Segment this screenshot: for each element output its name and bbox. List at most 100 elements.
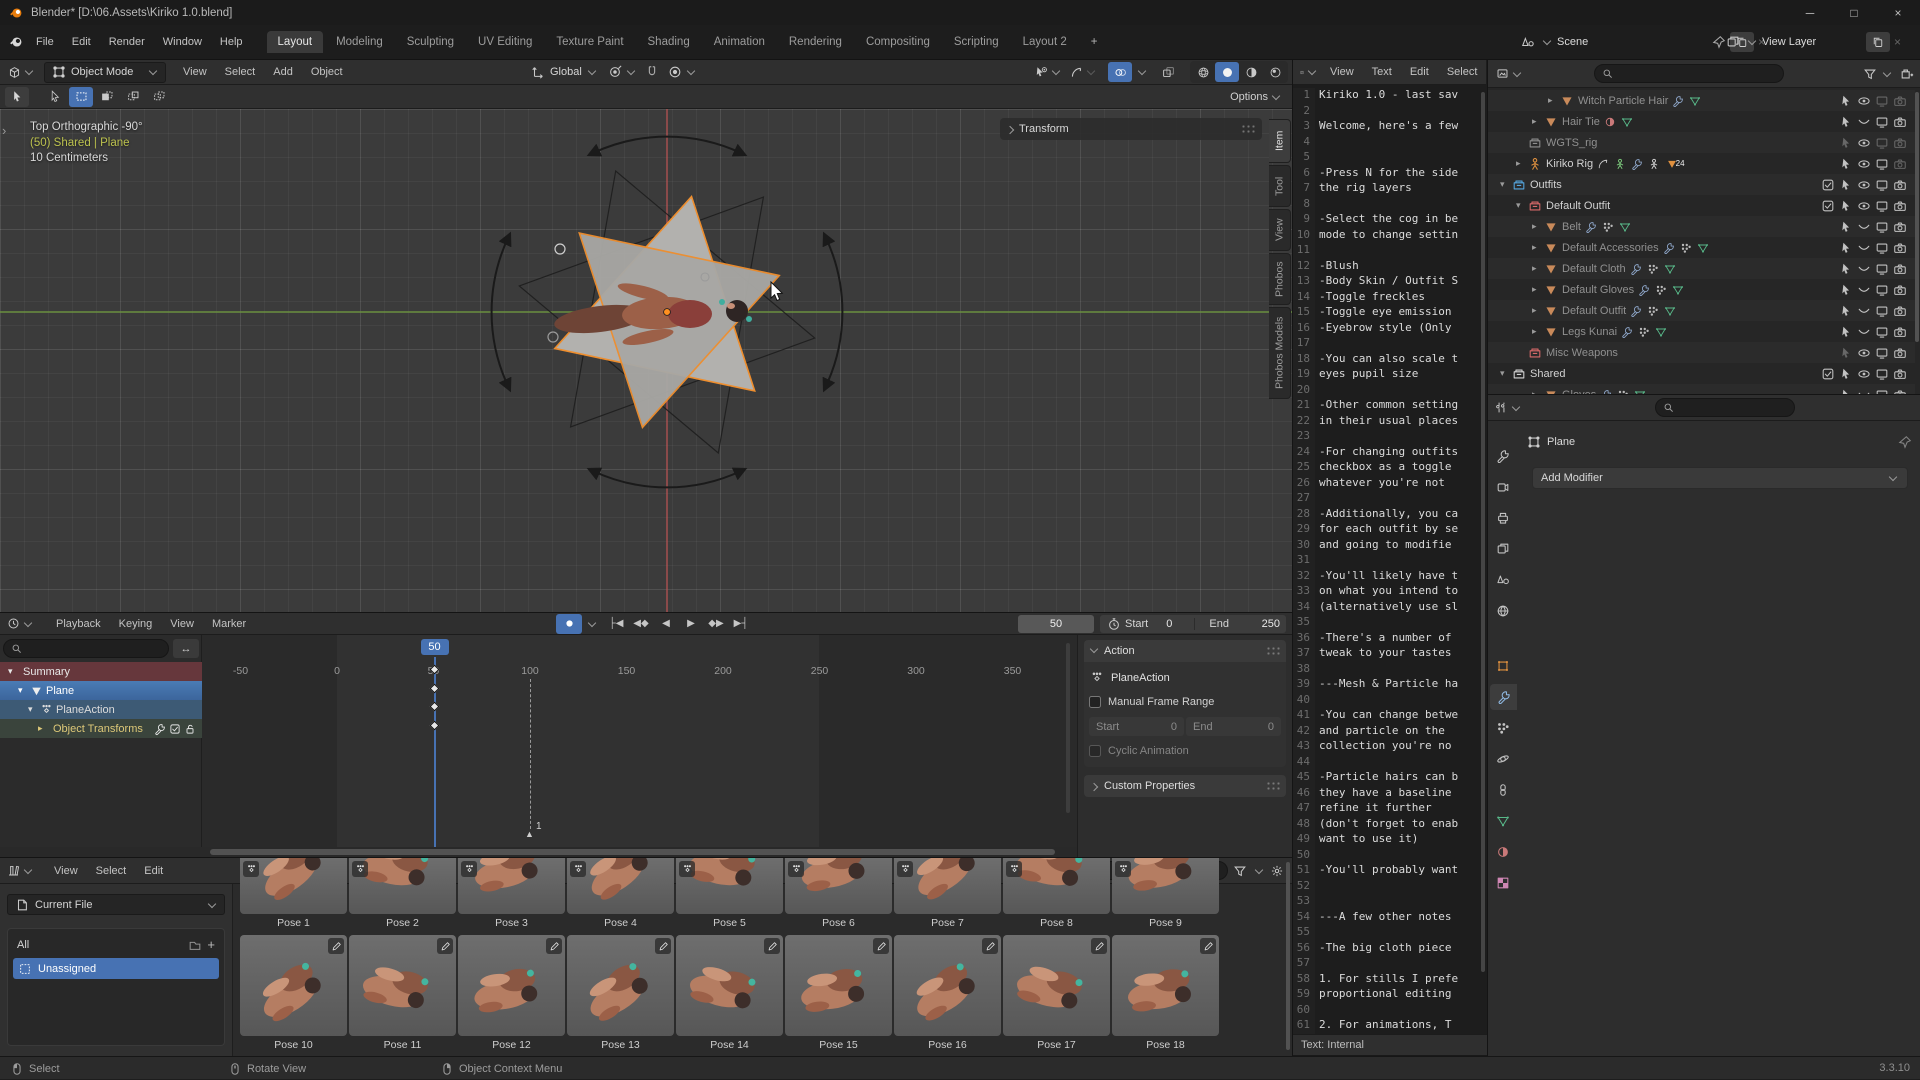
outliner-item-name[interactable]: Hair Tie <box>1562 116 1600 128</box>
expander-icon[interactable]: ▾ <box>1500 179 1512 190</box>
shading-solid-icon[interactable] <box>1215 62 1239 82</box>
outliner-item-name[interactable]: Default Gloves <box>1562 284 1634 296</box>
select-toggle-icon[interactable] <box>1839 178 1853 192</box>
viewport-menu-select[interactable]: Select <box>216 66 265 78</box>
hide-viewport-icon[interactable] <box>1857 178 1871 192</box>
expander-icon[interactable]: ▸ <box>1532 263 1544 274</box>
hide-viewport-icon[interactable] <box>1857 94 1871 108</box>
outliner-item-name[interactable]: Default Outfit <box>1546 200 1610 212</box>
end-value[interactable]: 250 <box>1262 618 1280 630</box>
properties-tab-output[interactable] <box>1490 505 1516 531</box>
current-frame-field[interactable]: 50 <box>1018 615 1094 633</box>
shading-wireframe-icon[interactable] <box>1191 62 1215 82</box>
outliner-display-mode-icon[interactable] <box>1493 64 1526 84</box>
select-toggle-icon[interactable] <box>1839 262 1853 276</box>
outliner-row-hair-tie[interactable]: ▸ Hair Tie <box>1488 111 1915 132</box>
outliner-scrollbar[interactable] <box>1915 92 1919 342</box>
workspace-tab-layout-2[interactable]: Layout 2 <box>1012 31 1078 53</box>
editor-type-asset-icon[interactable] <box>4 861 37 881</box>
pose-asset-pose-16[interactable] <box>894 935 1001 1036</box>
action-datablock[interactable]: PlaneAction <box>1089 670 1281 685</box>
hide-viewport-icon[interactable] <box>1857 199 1871 213</box>
toolbar-expand-icon[interactable]: › <box>2 123 6 138</box>
pose-asset-pose-6[interactable] <box>785 858 892 914</box>
select-toggle-icon[interactable] <box>1839 115 1853 129</box>
outliner-item-name[interactable]: Misc Weapons <box>1546 347 1618 359</box>
play-reverse-button[interactable]: ◀ <box>654 614 678 634</box>
pose-asset-pose-8[interactable] <box>1003 858 1110 914</box>
disable-viewports-icon[interactable] <box>1875 241 1889 255</box>
asset-menu-edit[interactable]: Edit <box>135 865 172 877</box>
properties-tab-texture[interactable] <box>1490 870 1516 896</box>
shading-material-icon[interactable] <box>1239 62 1263 82</box>
outliner-item-name[interactable]: Default Accessories <box>1562 242 1659 254</box>
select-toggle-icon[interactable] <box>1839 220 1853 234</box>
outliner-item-name[interactable]: Kiriko Rig <box>1546 158 1593 170</box>
playhead-line[interactable] <box>434 657 436 847</box>
exclude-checkbox-icon[interactable] <box>1821 199 1835 213</box>
outliner-item-name[interactable]: Legs Kunai <box>1562 326 1617 338</box>
sidebar-tab-tool[interactable]: Tool <box>1269 165 1291 207</box>
disable-viewports-icon[interactable] <box>1875 115 1889 129</box>
pose-asset-pose-7[interactable] <box>894 858 1001 914</box>
pose-asset-pose-4[interactable] <box>567 858 674 914</box>
text-menu-edit[interactable]: Edit <box>1401 66 1438 78</box>
select-mode-tweak-icon[interactable] <box>43 87 67 107</box>
close-button[interactable]: × <box>1876 0 1920 25</box>
disable-viewports-icon[interactable] <box>1875 199 1889 213</box>
new-collection-icon[interactable] <box>1899 66 1914 81</box>
outliner-row-default-cloth[interactable]: ▸Default Cloth <box>1488 258 1915 279</box>
blender-menu-icon[interactable] <box>8 35 23 50</box>
channel-expander-icon[interactable]: ▸ <box>38 723 50 734</box>
pose-asset-pose-17[interactable] <box>1003 935 1110 1036</box>
outliner-item-name[interactable]: Witch Particle Hair <box>1578 95 1668 107</box>
chk-icon[interactable] <box>1821 136 1835 150</box>
properties-tab-particles[interactable] <box>1490 715 1516 741</box>
add-workspace-button[interactable]: + <box>1080 31 1109 53</box>
disable-viewports-icon[interactable] <box>1875 283 1889 297</box>
workspace-tab-rendering[interactable]: Rendering <box>778 31 853 53</box>
hide-viewport-icon[interactable] <box>1857 325 1871 339</box>
outliner-row-belt[interactable]: ▸Belt <box>1488 216 1915 237</box>
select-toggle-icon[interactable] <box>1839 241 1853 255</box>
expander-icon[interactable]: ▸ <box>1532 116 1544 127</box>
disable-render-icon[interactable] <box>1893 94 1907 108</box>
hide-viewport-icon[interactable] <box>1857 262 1871 276</box>
overlays-toggle-icon[interactable] <box>1108 62 1132 82</box>
maximize-button[interactable]: □ <box>1832 0 1876 25</box>
editor-type-text-icon[interactable] <box>1297 62 1321 82</box>
disable-viewports-icon[interactable] <box>1875 157 1889 171</box>
marker-label[interactable]: 1 <box>536 821 542 832</box>
hide-viewport-icon[interactable] <box>1857 157 1871 171</box>
next-keyframe-button[interactable]: ◆▶ <box>704 614 728 634</box>
text-menu-select[interactable]: Select <box>1438 66 1486 78</box>
outliner-row-wgts-rig[interactable]: WGTS_rig <box>1488 132 1915 153</box>
exclude-checkbox-icon[interactable] <box>1821 178 1835 192</box>
menu-help[interactable]: Help <box>211 36 252 48</box>
timeline-hscrollbar[interactable] <box>210 849 1055 855</box>
viewport-menu-add[interactable]: Add <box>264 66 302 78</box>
outliner-row-default-accessories[interactable]: ▸Default Accessories <box>1488 237 1915 258</box>
magnet-icon[interactable] <box>645 65 660 80</box>
scene-icon[interactable] <box>1520 35 1535 50</box>
text-menu-view[interactable]: View <box>1321 66 1363 78</box>
add-modifier-button[interactable]: Add Modifier <box>1532 467 1908 489</box>
workspace-tab-animation[interactable]: Animation <box>703 31 776 53</box>
pose-asset-pose-1[interactable] <box>240 858 347 914</box>
rig-control-circle[interactable] <box>548 332 558 342</box>
properties-tab-tool[interactable] <box>1490 443 1516 469</box>
active-tool-icon[interactable] <box>5 87 29 107</box>
disable-render-icon[interactable] <box>1893 346 1907 360</box>
new-catalog-icon[interactable] <box>187 937 202 952</box>
breadcrumb-object-name[interactable]: Plane <box>1547 436 1575 448</box>
pose-asset-pose-5[interactable] <box>676 858 783 914</box>
outliner-row-default-outfit[interactable]: ▸Default Outfit <box>1488 300 1915 321</box>
timeline-menu-view[interactable]: View <box>161 618 203 630</box>
workspace-tab-compositing[interactable]: Compositing <box>855 31 941 53</box>
shading-rendered-icon[interactable] <box>1263 62 1287 82</box>
properties-tab-data[interactable] <box>1490 808 1516 834</box>
options-button[interactable]: Options <box>1230 91 1282 103</box>
asset-menu-view[interactable]: View <box>45 865 87 877</box>
timeline-menu-keying[interactable]: Keying <box>110 618 162 630</box>
disable-viewports-icon[interactable] <box>1875 262 1889 276</box>
